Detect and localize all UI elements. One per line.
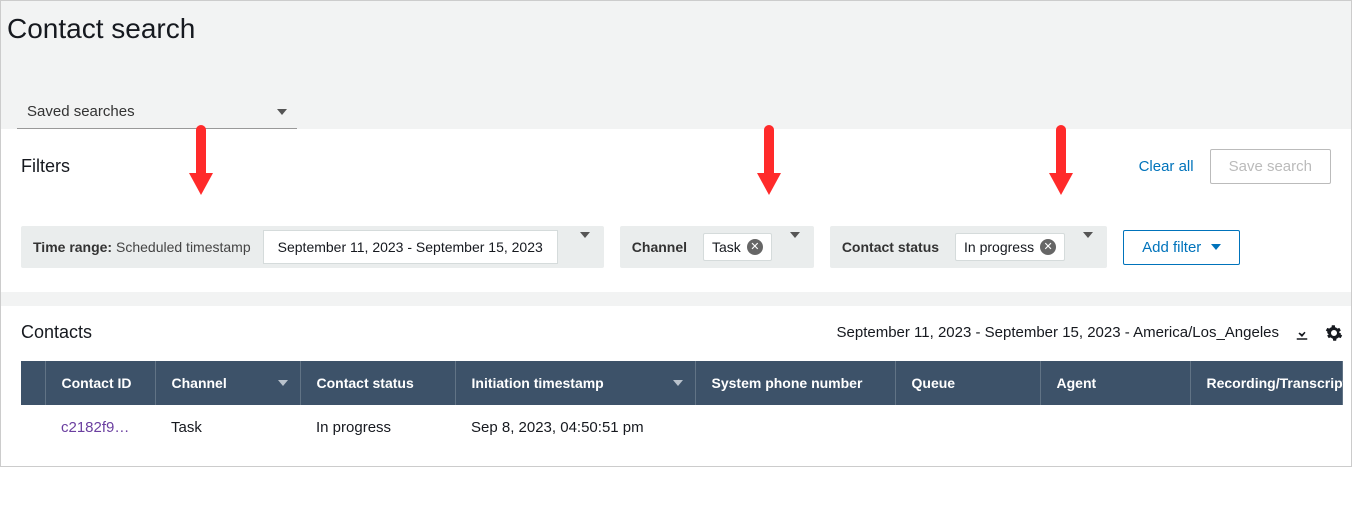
gear-icon[interactable] xyxy=(1325,324,1343,342)
filter-time-range: Time range: Scheduled timestamp Septembe… xyxy=(21,226,604,268)
cell-channel: Task xyxy=(155,405,300,450)
table-row: c2182f9… Task In progress Sep 8, 2023, 0… xyxy=(21,405,1343,450)
caret-down-icon xyxy=(1211,244,1221,250)
filter-contact-status-chip: In progress ✕ xyxy=(955,233,1065,261)
filter-channel-dropdown[interactable] xyxy=(776,226,814,268)
cell-initiation-ts: Sep 8, 2023, 04:50:51 pm xyxy=(455,405,695,450)
sort-caret-icon xyxy=(278,380,288,386)
table-header-contact-status[interactable]: Contact status xyxy=(300,361,455,405)
filter-time-range-dropdown[interactable] xyxy=(566,226,604,268)
contacts-table: Contact ID Channel Contact status Initia… xyxy=(21,361,1343,450)
cell-contact-id[interactable]: c2182f9… xyxy=(45,405,155,450)
sort-caret-icon xyxy=(673,380,683,386)
filter-time-range-label: Time range: Scheduled timestamp xyxy=(21,229,263,265)
panel-divider xyxy=(1,292,1351,306)
table-header-recording[interactable]: Recording/Transcript xyxy=(1190,361,1343,405)
download-icon[interactable] xyxy=(1293,324,1311,342)
filter-channel-chip: Task ✕ xyxy=(703,233,772,261)
cell-recording xyxy=(1190,405,1343,450)
chip-label: In progress xyxy=(964,239,1034,255)
cell-system-phone xyxy=(695,405,895,450)
contacts-panel: Contacts September 11, 2023 - September … xyxy=(1,306,1351,466)
filter-channel-label: Channel xyxy=(620,229,699,265)
chip-remove-icon[interactable]: ✕ xyxy=(747,239,763,255)
caret-down-icon xyxy=(1083,232,1093,255)
cell-queue xyxy=(895,405,1040,450)
save-search-button[interactable]: Save search xyxy=(1210,149,1331,184)
saved-searches-label: Saved searches xyxy=(27,103,135,120)
table-header-system-phone[interactable]: System phone number xyxy=(695,361,895,405)
saved-searches-dropdown[interactable]: Saved searches xyxy=(17,95,297,129)
caret-down-icon xyxy=(580,232,590,255)
cell-contact-status: In progress xyxy=(300,405,455,450)
add-filter-label: Add filter xyxy=(1142,239,1201,256)
filters-heading: Filters xyxy=(21,156,70,177)
row-select-cell[interactable] xyxy=(21,405,45,450)
add-filter-button[interactable]: Add filter xyxy=(1123,230,1240,265)
contacts-range-tz: September 11, 2023 - September 15, 2023 … xyxy=(837,324,1280,341)
filters-panel: Filters Clear all Save search Time range… xyxy=(1,129,1351,292)
table-header-select xyxy=(21,361,45,405)
caret-down-icon xyxy=(277,109,287,115)
table-header-contact-id[interactable]: Contact ID xyxy=(45,361,155,405)
table-header-queue[interactable]: Queue xyxy=(895,361,1040,405)
filter-contact-status-label: Contact status xyxy=(830,229,951,265)
save-search-label: Save search xyxy=(1229,158,1312,175)
table-header-agent[interactable]: Agent xyxy=(1040,361,1190,405)
contacts-heading: Contacts xyxy=(21,322,92,343)
page-title: Contact search xyxy=(7,13,1345,45)
table-header-initiation-timestamp[interactable]: Initiation timestamp xyxy=(455,361,695,405)
filter-contact-status-dropdown[interactable] xyxy=(1069,226,1107,268)
filter-channel: Channel Task ✕ xyxy=(620,226,814,268)
table-header-channel[interactable]: Channel xyxy=(155,361,300,405)
filter-time-range-value[interactable]: September 11, 2023 - September 15, 2023 xyxy=(263,230,558,264)
clear-all-link[interactable]: Clear all xyxy=(1139,158,1194,175)
caret-down-icon xyxy=(790,232,800,255)
cell-agent xyxy=(1040,405,1190,450)
chip-label: Task xyxy=(712,239,741,255)
filter-contact-status: Contact status In progress ✕ xyxy=(830,226,1107,268)
table-header-row: Contact ID Channel Contact status Initia… xyxy=(21,361,1343,405)
chip-remove-icon[interactable]: ✕ xyxy=(1040,239,1056,255)
